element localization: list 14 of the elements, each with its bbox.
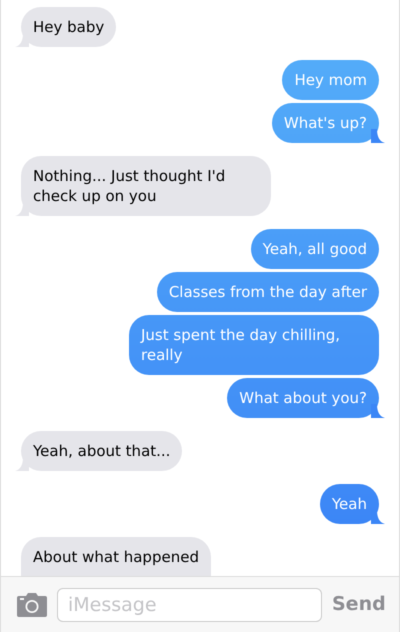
message-bubble: Hey mom — [282, 60, 379, 100]
message-bubble: Yeah, all good — [250, 229, 379, 269]
message-bubble: Yeah — [320, 484, 379, 524]
message-bubble: Yeah, about that... — [21, 431, 182, 471]
message-bubble: Nothing... Just thought I'd check up on you — [21, 156, 271, 216]
message-input-field[interactable]: iMessage — [57, 588, 322, 622]
camera-icon[interactable] — [17, 592, 47, 616]
message-bubble: What's up? — [272, 103, 379, 143]
message-bubble: About what happened — [21, 537, 211, 576]
send-button[interactable]: Send — [332, 590, 386, 619]
message-bubble: What about you? — [227, 378, 379, 418]
message-bubble: Hey baby — [21, 7, 116, 47]
message-bubble: Classes from the day after — [156, 272, 379, 312]
message-bubble: Just spent the day chilling, really — [129, 315, 379, 375]
